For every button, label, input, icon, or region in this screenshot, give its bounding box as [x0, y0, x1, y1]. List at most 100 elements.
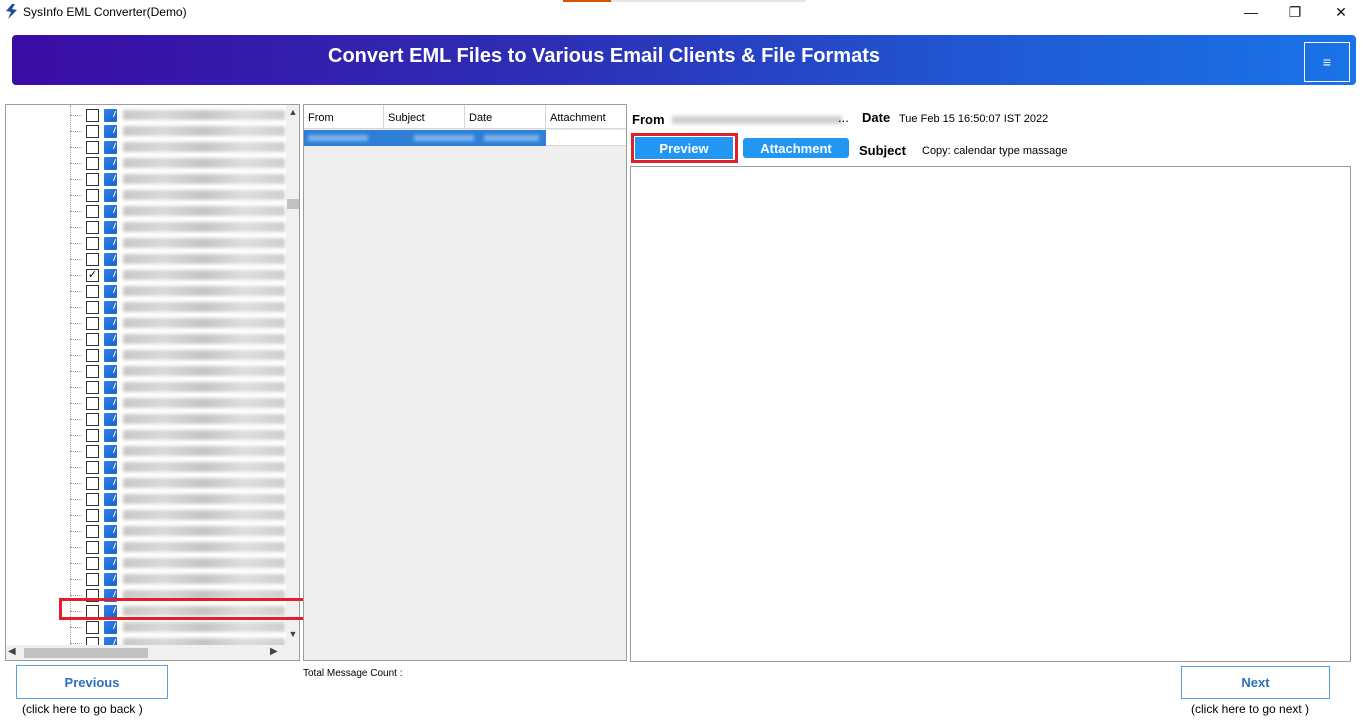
tree-row[interactable]	[6, 187, 286, 203]
tree-row[interactable]	[6, 539, 286, 555]
tree-row[interactable]	[6, 363, 286, 379]
tree-row-checkbox[interactable]	[86, 205, 99, 218]
tree-vertical-scroll-thumb[interactable]	[287, 199, 299, 209]
tree-row[interactable]	[6, 139, 286, 155]
tree-row-checkbox[interactable]	[86, 461, 99, 474]
tree-row[interactable]	[6, 107, 286, 123]
tree-row-checkbox[interactable]	[86, 477, 99, 490]
tree-row-checkbox[interactable]	[86, 109, 99, 122]
tree-row-checkbox[interactable]: ✓	[86, 269, 99, 282]
tree-connector-line	[70, 547, 82, 548]
minimize-icon: —	[1244, 4, 1258, 20]
tree-row-checkbox[interactable]	[86, 237, 99, 250]
tree-row-highlight	[59, 598, 307, 620]
tree-row-checkbox[interactable]	[86, 621, 99, 634]
tree-row-checkbox[interactable]	[86, 525, 99, 538]
tree-row[interactable]	[6, 219, 286, 235]
tree-row-checkbox[interactable]	[86, 557, 99, 570]
previous-button[interactable]: Previous	[16, 665, 168, 699]
eml-file-icon	[104, 365, 117, 378]
tree-row[interactable]	[6, 491, 286, 507]
eml-file-icon	[104, 461, 117, 474]
message-body-pane[interactable]	[630, 166, 1351, 662]
tree-row-checkbox[interactable]	[86, 189, 99, 202]
eml-file-icon	[104, 221, 117, 234]
tree-connector-line	[70, 339, 82, 340]
tree-row[interactable]	[6, 555, 286, 571]
tree-row[interactable]	[6, 315, 286, 331]
tree-row[interactable]	[6, 411, 286, 427]
tree-row[interactable]	[6, 347, 286, 363]
column-header-from[interactable]: From	[304, 105, 384, 129]
tree-row-checkbox[interactable]	[86, 493, 99, 506]
tree-row-checkbox[interactable]	[86, 397, 99, 410]
tree-row[interactable]	[6, 251, 286, 267]
tree-row[interactable]: ✓	[6, 267, 286, 283]
scroll-up-icon[interactable]: ▲	[286, 107, 299, 119]
tree-vertical-scrollbar[interactable]	[286, 105, 299, 645]
tree-row[interactable]	[6, 155, 286, 171]
next-button[interactable]: Next	[1181, 666, 1330, 699]
tree-horizontal-scroll-thumb[interactable]	[24, 648, 148, 658]
menu-button[interactable]: ≡	[1304, 42, 1350, 82]
tree-row-checkbox[interactable]	[86, 173, 99, 186]
column-header-date[interactable]: Date	[465, 105, 546, 129]
scroll-left-icon[interactable]: ◀	[8, 646, 16, 657]
tree-row-checkbox[interactable]	[86, 125, 99, 138]
attachment-button[interactable]: Attachment	[743, 138, 849, 158]
tree-row-checkbox[interactable]	[86, 285, 99, 298]
tree-row[interactable]	[6, 123, 286, 139]
tree-row[interactable]	[6, 395, 286, 411]
tree-row[interactable]	[6, 203, 286, 219]
tree-row[interactable]	[6, 443, 286, 459]
tree-row-checkbox[interactable]	[86, 429, 99, 442]
tree-connector-line	[70, 579, 82, 580]
message-list-panel: From Subject Date Attachment	[303, 104, 627, 661]
tree-row[interactable]	[6, 299, 286, 315]
taskbar-accent	[563, 0, 611, 2]
tree-connector-line	[70, 291, 82, 292]
tree-row[interactable]	[6, 331, 286, 347]
tree-row-label-redacted	[123, 142, 285, 152]
column-header-subject[interactable]: Subject	[384, 105, 465, 129]
tree-row[interactable]	[6, 459, 286, 475]
tree-row-checkbox[interactable]	[86, 365, 99, 378]
tree-row-checkbox[interactable]	[86, 333, 99, 346]
tree-row[interactable]	[6, 427, 286, 443]
tree-row-checkbox[interactable]	[86, 301, 99, 314]
tree-row[interactable]	[6, 379, 286, 395]
tree-row-checkbox[interactable]	[86, 349, 99, 362]
tree-row-checkbox[interactable]	[86, 253, 99, 266]
tree-row-checkbox[interactable]	[86, 221, 99, 234]
tree-row[interactable]	[6, 523, 286, 539]
scroll-right-icon[interactable]: ▶	[270, 646, 278, 657]
tree-row[interactable]	[6, 475, 286, 491]
tree-row-checkbox[interactable]	[86, 317, 99, 330]
restore-button[interactable]: ❐	[1272, 0, 1318, 24]
tree-row-checkbox[interactable]	[86, 445, 99, 458]
from-value-redacted	[672, 116, 842, 124]
tree-row-checkbox[interactable]	[86, 573, 99, 586]
tree-row-checkbox[interactable]	[86, 413, 99, 426]
tree-row-checkbox[interactable]	[86, 509, 99, 522]
tree-row-checkbox[interactable]	[86, 141, 99, 154]
tree-row[interactable]	[6, 619, 286, 635]
tree-connector-line	[70, 643, 82, 644]
tree-row[interactable]	[6, 507, 286, 523]
tree-row[interactable]	[6, 571, 286, 587]
tree-row-checkbox[interactable]	[86, 157, 99, 170]
scroll-down-icon[interactable]: ▼	[286, 629, 299, 641]
column-header-attachment[interactable]: Attachment	[546, 105, 626, 129]
tree-row-label-redacted	[123, 430, 285, 440]
preview-button-highlight	[631, 133, 738, 163]
message-row-attachment-cell[interactable]	[546, 130, 626, 146]
tree-row[interactable]	[6, 235, 286, 251]
close-button[interactable]: ✕	[1318, 0, 1364, 24]
tree-row[interactable]	[6, 171, 286, 187]
tree-row-checkbox[interactable]	[86, 381, 99, 394]
minimize-button[interactable]: —	[1228, 0, 1274, 24]
date-label: Date	[862, 110, 891, 125]
tree-row[interactable]	[6, 283, 286, 299]
eml-file-icon	[104, 253, 117, 266]
tree-row-checkbox[interactable]	[86, 541, 99, 554]
